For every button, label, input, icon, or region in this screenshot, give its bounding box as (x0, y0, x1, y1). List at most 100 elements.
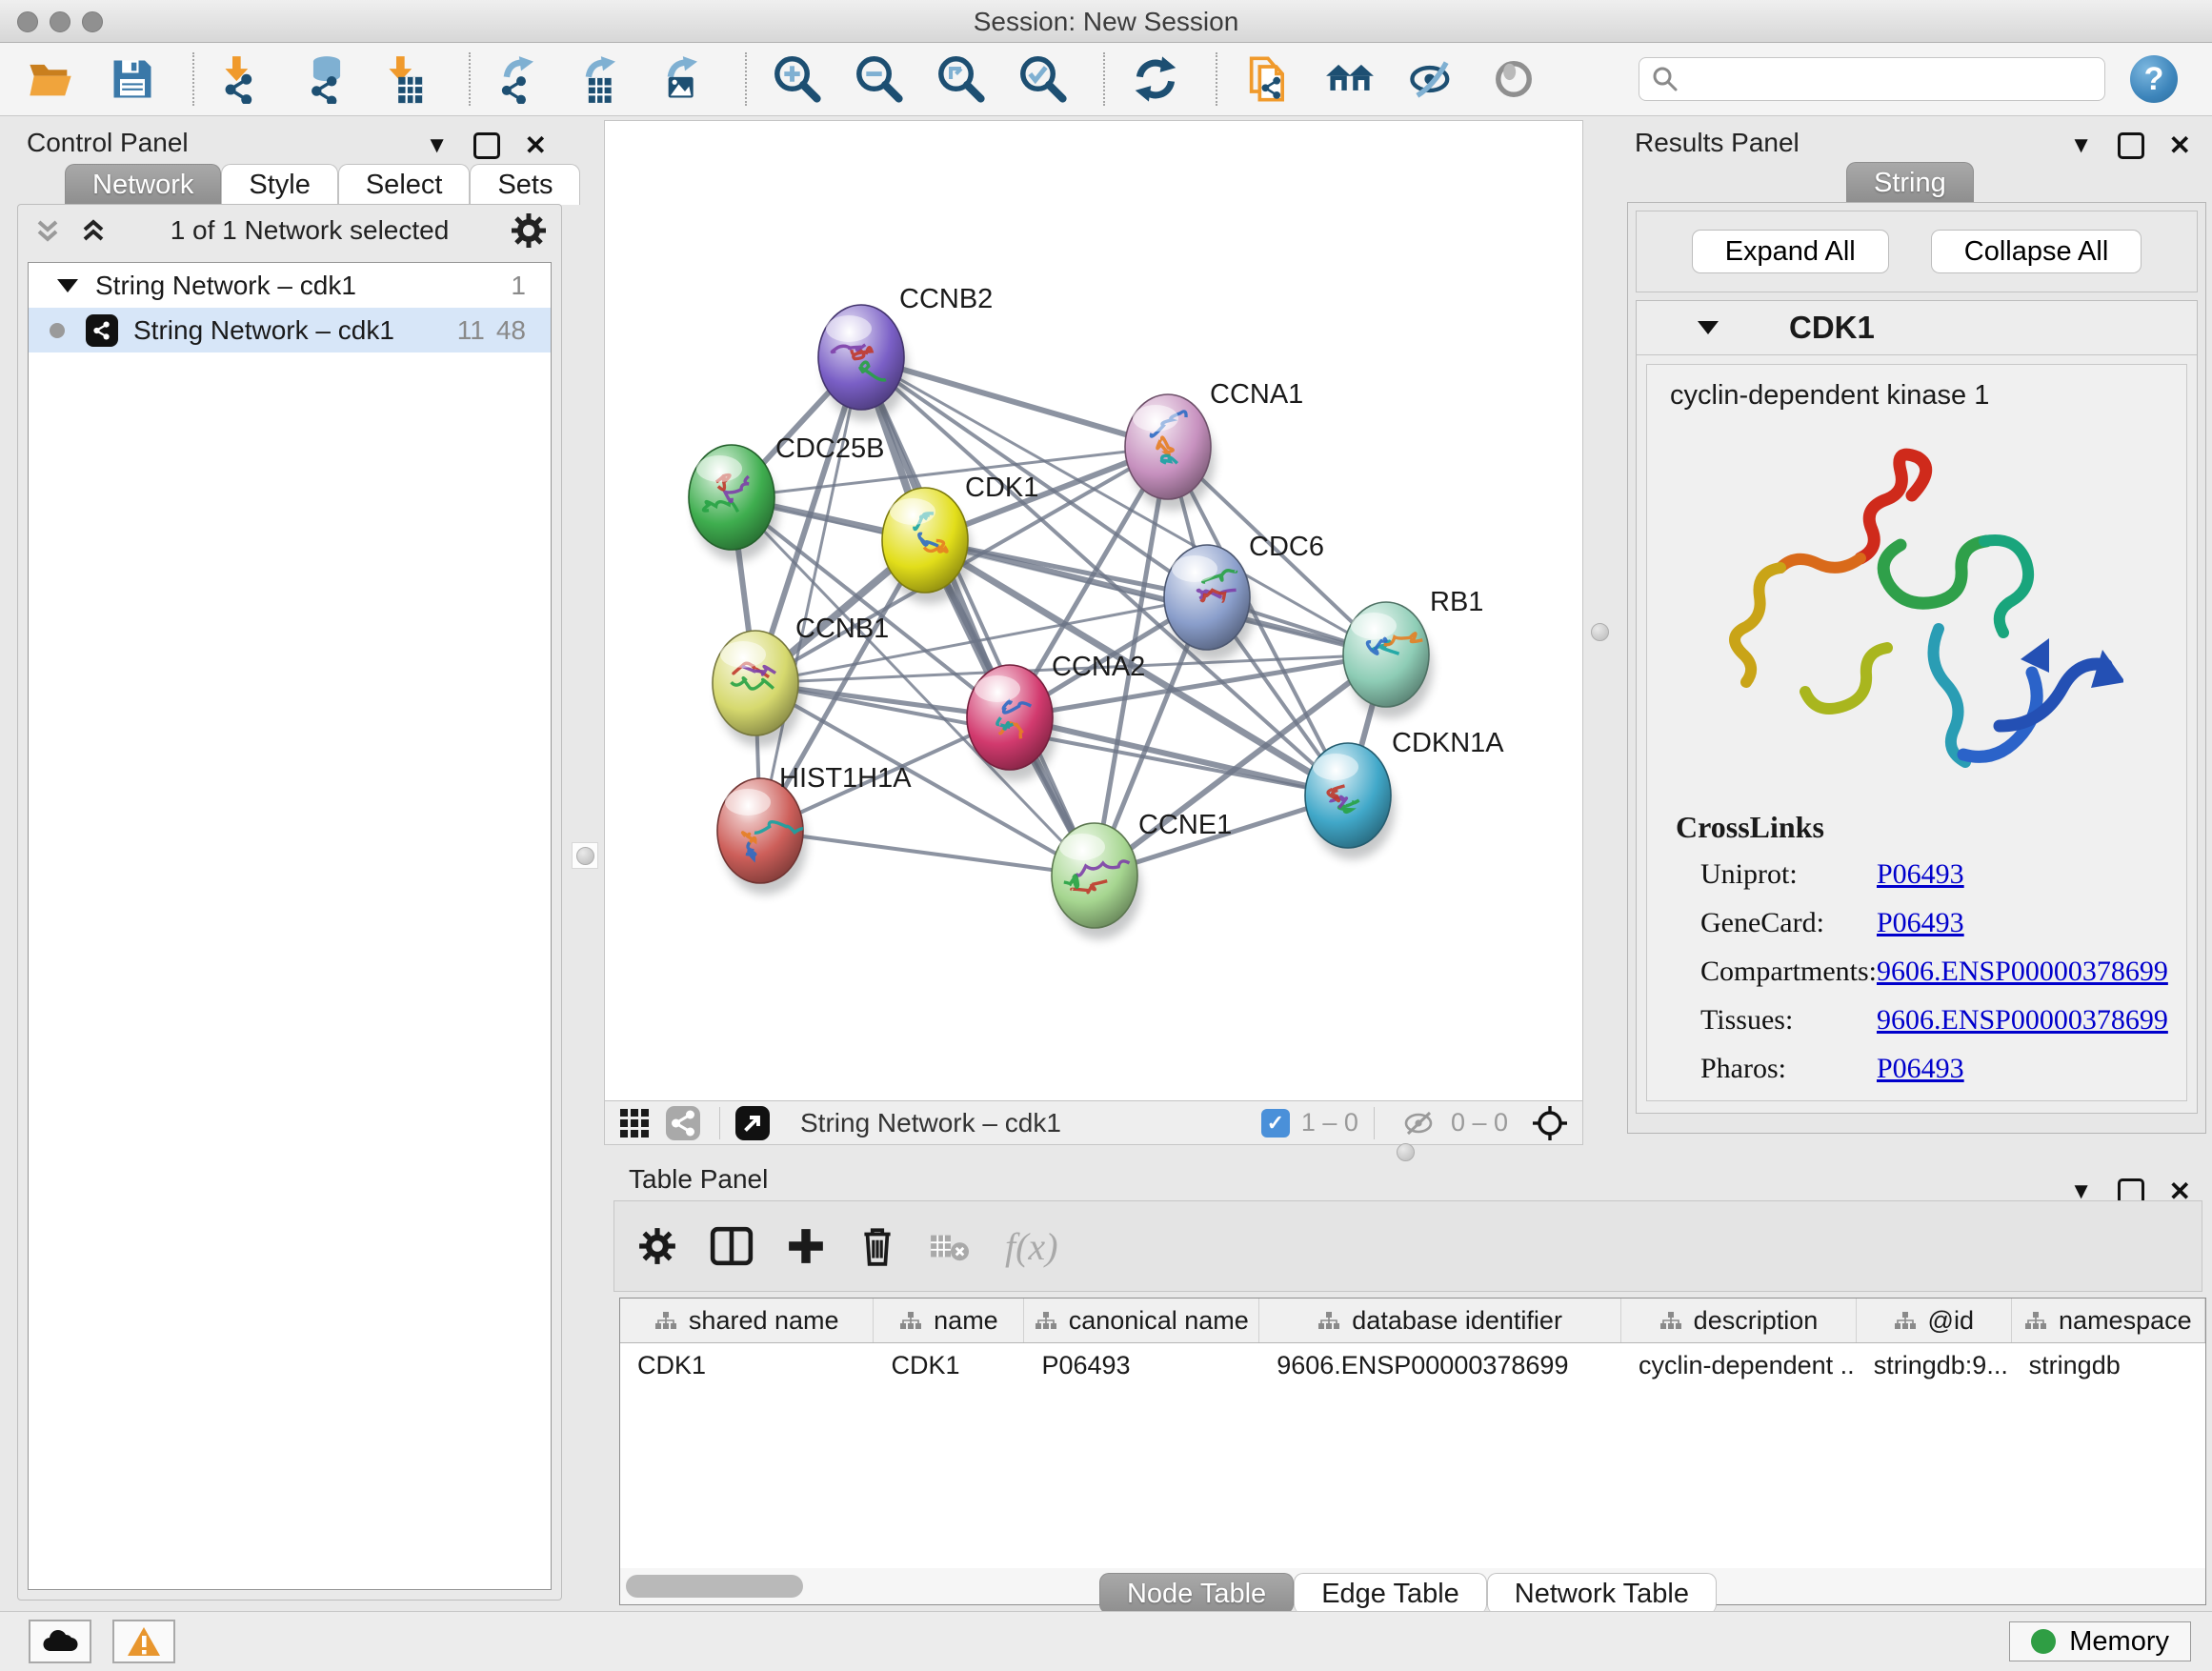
zoom-out-button[interactable] (850, 50, 909, 108)
open-in-browser-button[interactable] (735, 1106, 770, 1140)
tab-style[interactable]: Style (221, 164, 337, 205)
column-header-description[interactable]: description (1621, 1299, 1857, 1342)
column-label: canonical name (1069, 1306, 1249, 1336)
export-table-icon (578, 54, 628, 104)
edge-CCNB2-HIST1H1A[interactable] (760, 357, 861, 831)
titlebar: Session: New Session (0, 0, 2212, 43)
network-list-toolbar: 1 of 1 Network selected (18, 205, 561, 256)
edge-HIST1H1A-CCNE1[interactable] (760, 831, 1095, 876)
table-row[interactable]: CDK1CDK1P064939606.ENSP00000378699cyclin… (620, 1343, 2205, 1387)
refresh-button[interactable] (1126, 50, 1185, 108)
show-all-button[interactable] (1484, 50, 1543, 108)
network-row[interactable]: String Network – cdk1 11 48 (29, 308, 551, 352)
collapse-all-icon[interactable] (31, 214, 64, 247)
tab-network-table[interactable]: Network Table (1487, 1573, 1717, 1614)
gear-button[interactable] (637, 1226, 677, 1266)
node-details-header[interactable]: CDK1 (1637, 301, 2197, 355)
collapse-panel-icon[interactable]: ▼ (426, 132, 449, 159)
crosslink-link[interactable]: P06493 (1877, 858, 1964, 891)
crosslinks-title: CrossLinks (1676, 810, 2186, 845)
hide-selected-button[interactable] (1402, 50, 1461, 108)
tab-node-table[interactable]: Node Table (1099, 1573, 1294, 1614)
float-panel-icon[interactable] (2118, 132, 2144, 159)
zoom-fit-button[interactable] (932, 50, 991, 108)
node-count: 11 (457, 315, 485, 346)
tab-sets[interactable]: Sets (470, 164, 580, 205)
export-image-button[interactable] (655, 50, 714, 108)
left-splitter-handle[interactable] (572, 842, 598, 869)
column-label: shared name (689, 1306, 839, 1336)
node-label-HIST1H1A: HIST1H1A (779, 763, 912, 794)
tab-string[interactable]: String (1846, 162, 1974, 203)
new-network-from-selection-button[interactable] (1238, 50, 1297, 108)
save-session-icon (108, 54, 157, 104)
refresh-icon (1131, 54, 1180, 104)
column-header-database-identifier[interactable]: database identifier (1259, 1299, 1621, 1342)
birdseye-icon[interactable] (1531, 1104, 1569, 1142)
network-canvas[interactable]: CCNB2 CCNA1 CDC25B CDK1 CDC6 RB1 (605, 121, 1582, 1100)
network-tree: String Network – cdk1 1 String Network –… (28, 262, 552, 1590)
selected-nodes-checkbox[interactable]: ✓ (1261, 1109, 1290, 1137)
attribute-type-icon (1317, 1311, 1340, 1330)
crosslink-link[interactable]: P06493 (1877, 1053, 1964, 1085)
export-table-button[interactable] (573, 50, 633, 108)
tab-select[interactable]: Select (338, 164, 471, 205)
first-neighbors-button[interactable] (1320, 50, 1379, 108)
warnings-button[interactable] (112, 1620, 175, 1663)
node-CCNA1[interactable]: CCNA1 (1125, 379, 1303, 499)
bottom-splitter-handle[interactable] (1393, 1139, 1418, 1164)
edge-CCNA2-CDKN1A[interactable] (1010, 717, 1348, 795)
cloud-button[interactable] (29, 1620, 91, 1663)
float-panel-icon[interactable] (473, 132, 500, 159)
add-column-button[interactable] (786, 1226, 826, 1266)
string-view-button[interactable] (666, 1106, 700, 1140)
close-panel-icon[interactable]: ✕ (2169, 130, 2191, 161)
close-panel-icon[interactable]: ✕ (525, 130, 547, 161)
column-header-name[interactable]: name (874, 1299, 1024, 1342)
right-splitter-handle[interactable] (1587, 619, 1612, 644)
tab-edge-table[interactable]: Edge Table (1294, 1573, 1487, 1614)
network-view[interactable]: CCNB2 CCNA1 CDC25B CDK1 CDC6 RB1 (604, 120, 1583, 1145)
import-network-database-button[interactable] (297, 50, 356, 108)
collapse-all-button[interactable]: Collapse All (1931, 230, 2142, 273)
crosslink-label: Pharos: (1700, 1053, 1877, 1085)
expand-all-icon[interactable] (77, 214, 110, 247)
column-header-shared-name[interactable]: shared name (620, 1299, 874, 1342)
attribute-type-icon (654, 1311, 677, 1330)
save-session-button[interactable] (103, 50, 162, 108)
open-session-button[interactable] (21, 50, 80, 108)
tab-network[interactable]: Network (65, 164, 221, 205)
node-details-body: cyclin-dependent kinase 1 (1646, 364, 2187, 1101)
crosslink-link[interactable]: 9606.ENSP00000378699 (1877, 956, 2168, 988)
crosslink-row: Uniprot:P06493 (1676, 858, 2186, 891)
help-button[interactable]: ? (2130, 55, 2178, 103)
show-grid-button[interactable] (618, 1107, 651, 1139)
column-header-id[interactable]: @id (1857, 1299, 2012, 1342)
memory-button[interactable]: Memory (2009, 1621, 2191, 1661)
crosslink-link[interactable]: 9606.ENSP00000378699 (1877, 1004, 2168, 1037)
search-input[interactable] (1689, 64, 2093, 95)
export-network-button[interactable] (492, 50, 551, 108)
gear-icon[interactable] (510, 211, 548, 250)
node-CDKN1A[interactable]: CDKN1A (1305, 728, 1504, 848)
network-collection-row[interactable]: String Network – cdk1 1 (29, 263, 551, 308)
column-header-canonical-name[interactable]: canonical name (1024, 1299, 1259, 1342)
split-columns-button[interactable] (710, 1226, 754, 1266)
crosslink-link[interactable]: P06493 (1877, 907, 1964, 939)
column-header-namespace[interactable]: namespace (2012, 1299, 2205, 1342)
collapse-panel-icon[interactable]: ▼ (2070, 132, 2093, 159)
zoom-in-button[interactable] (768, 50, 827, 108)
node-CCNE1[interactable]: CCNE1 (1052, 810, 1232, 928)
import-table-file-button[interactable] (379, 50, 438, 108)
collection-expander-icon[interactable] (57, 279, 78, 292)
edge-CCNB2-CCNE1[interactable] (861, 357, 1095, 876)
zoom-selected-button[interactable] (1014, 50, 1073, 108)
delete-column-button[interactable] (858, 1224, 896, 1268)
expand-collapse-bar: Expand All Collapse All (1636, 211, 2198, 292)
table-panel-title: Table Panel (629, 1164, 768, 1195)
details-expander-icon[interactable] (1698, 321, 1719, 334)
expand-all-button[interactable]: Expand All (1692, 230, 1889, 273)
import-network-file-button[interactable] (215, 50, 274, 108)
node-HIST1H1A[interactable]: HIST1H1A (717, 763, 912, 883)
node-RB1[interactable]: RB1 (1343, 587, 1483, 707)
